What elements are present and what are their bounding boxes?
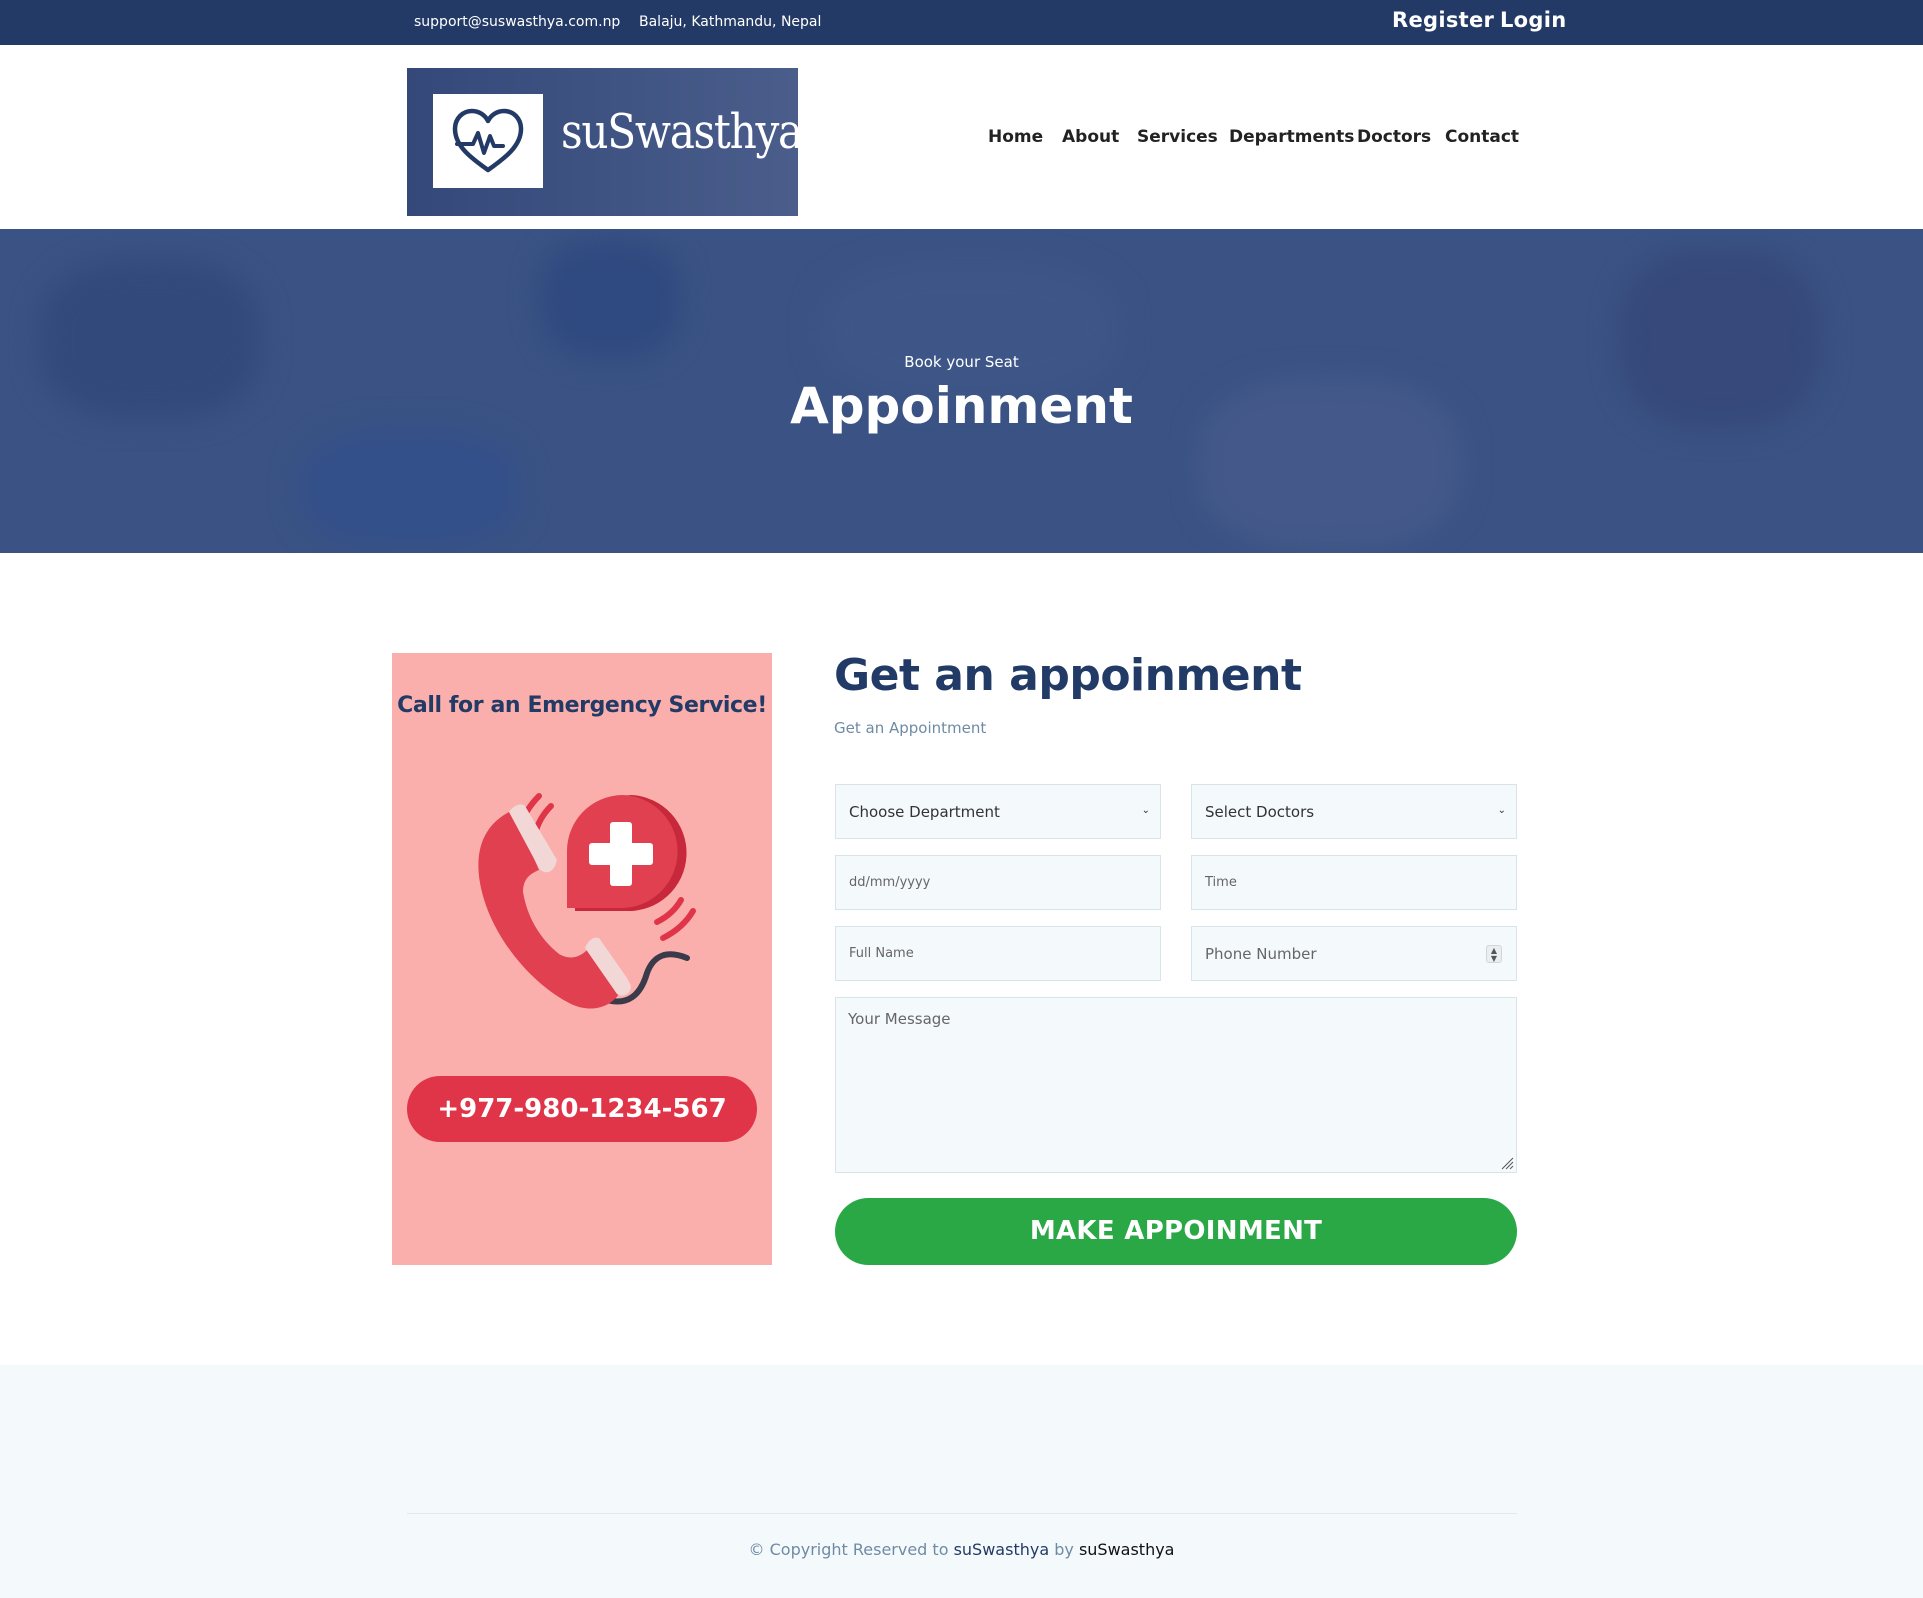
- doctor-select[interactable]: Select Doctors ⌄: [1191, 784, 1517, 839]
- message-textarea[interactable]: Your Message: [835, 997, 1517, 1173]
- nav-departments[interactable]: Departments: [1229, 127, 1354, 147]
- emergency-phone-button[interactable]: +977-980-1234-567: [407, 1076, 757, 1142]
- login-link[interactable]: Login: [1500, 8, 1567, 32]
- nav-home[interactable]: Home: [988, 127, 1043, 147]
- register-link[interactable]: Register: [1392, 8, 1494, 32]
- phone-number-input[interactable]: Phone Number ▲ ▼: [1191, 926, 1517, 981]
- copyright-brand-link[interactable]: suSwasthya: [954, 1540, 1050, 1559]
- footer-divider: [407, 1513, 1517, 1514]
- full-name-placeholder: Full Name: [849, 946, 914, 961]
- number-spinner-icon[interactable]: ▲ ▼: [1486, 945, 1502, 963]
- emergency-card: Call for an Emergency Service! +977-980-…: [392, 653, 772, 1265]
- time-input-placeholder: Time: [1205, 875, 1237, 890]
- banner-bg-shape: [300, 429, 520, 549]
- copyright-prefix: © Copyright Reserved to: [748, 1540, 949, 1559]
- time-input[interactable]: Time: [1191, 855, 1517, 910]
- support-email[interactable]: support@suswasthya.com.np: [414, 14, 620, 30]
- chevron-down-icon: ⌄: [1141, 805, 1150, 816]
- nav-doctors[interactable]: Doctors: [1357, 127, 1431, 147]
- form-subtitle: Get an Appointment: [834, 719, 987, 737]
- nav-services[interactable]: Services: [1137, 127, 1218, 147]
- site-footer: © Copyright Reserved to suSwasthya by su…: [0, 1365, 1923, 1598]
- date-input[interactable]: dd/mm/yyyy: [835, 855, 1161, 910]
- department-select-value: Choose Department: [849, 803, 1000, 821]
- form-title: Get an appoinment: [834, 650, 1302, 701]
- make-appointment-button[interactable]: MAKE APPOINMENT: [835, 1198, 1517, 1265]
- site-header: suSwasthya Home About Services Departmen…: [0, 45, 1923, 229]
- full-name-input[interactable]: Full Name: [835, 926, 1161, 981]
- doctor-select-value: Select Doctors: [1205, 803, 1315, 821]
- message-placeholder: Your Message: [848, 1010, 951, 1028]
- copyright-author-link[interactable]: suSwasthya: [1079, 1540, 1175, 1559]
- page-banner: Book your Seat Appoinment: [0, 229, 1923, 553]
- department-select[interactable]: Choose Department ⌄: [835, 784, 1161, 839]
- banner-bg-shape: [540, 239, 680, 359]
- banner-subtitle: Book your Seat: [904, 353, 1019, 371]
- date-input-placeholder: dd/mm/yyyy: [849, 875, 931, 890]
- chevron-down-icon: ⌄: [1497, 805, 1506, 816]
- logo-icon-box: [433, 94, 543, 188]
- heart-pulse-icon: [452, 108, 524, 173]
- phone-number-placeholder: Phone Number: [1205, 945, 1317, 963]
- copyright-text: © Copyright Reserved to suSwasthya by su…: [0, 1540, 1923, 1559]
- emergency-phone-icon: [478, 793, 696, 1009]
- resize-handle-icon[interactable]: [1500, 1156, 1514, 1170]
- top-bar: support@suswasthya.com.np Balaju, Kathma…: [0, 0, 1923, 45]
- nav-contact[interactable]: Contact: [1445, 127, 1519, 147]
- nav-about[interactable]: About: [1062, 127, 1119, 147]
- emergency-title: Call for an Emergency Service!: [397, 693, 767, 718]
- site-logo[interactable]: suSwasthya: [407, 68, 803, 216]
- address-text: Balaju, Kathmandu, Nepal: [639, 14, 822, 30]
- logo-text: suSwasthya: [561, 104, 803, 160]
- copyright-by: by: [1054, 1540, 1074, 1559]
- page-title: Appoinment: [790, 377, 1133, 435]
